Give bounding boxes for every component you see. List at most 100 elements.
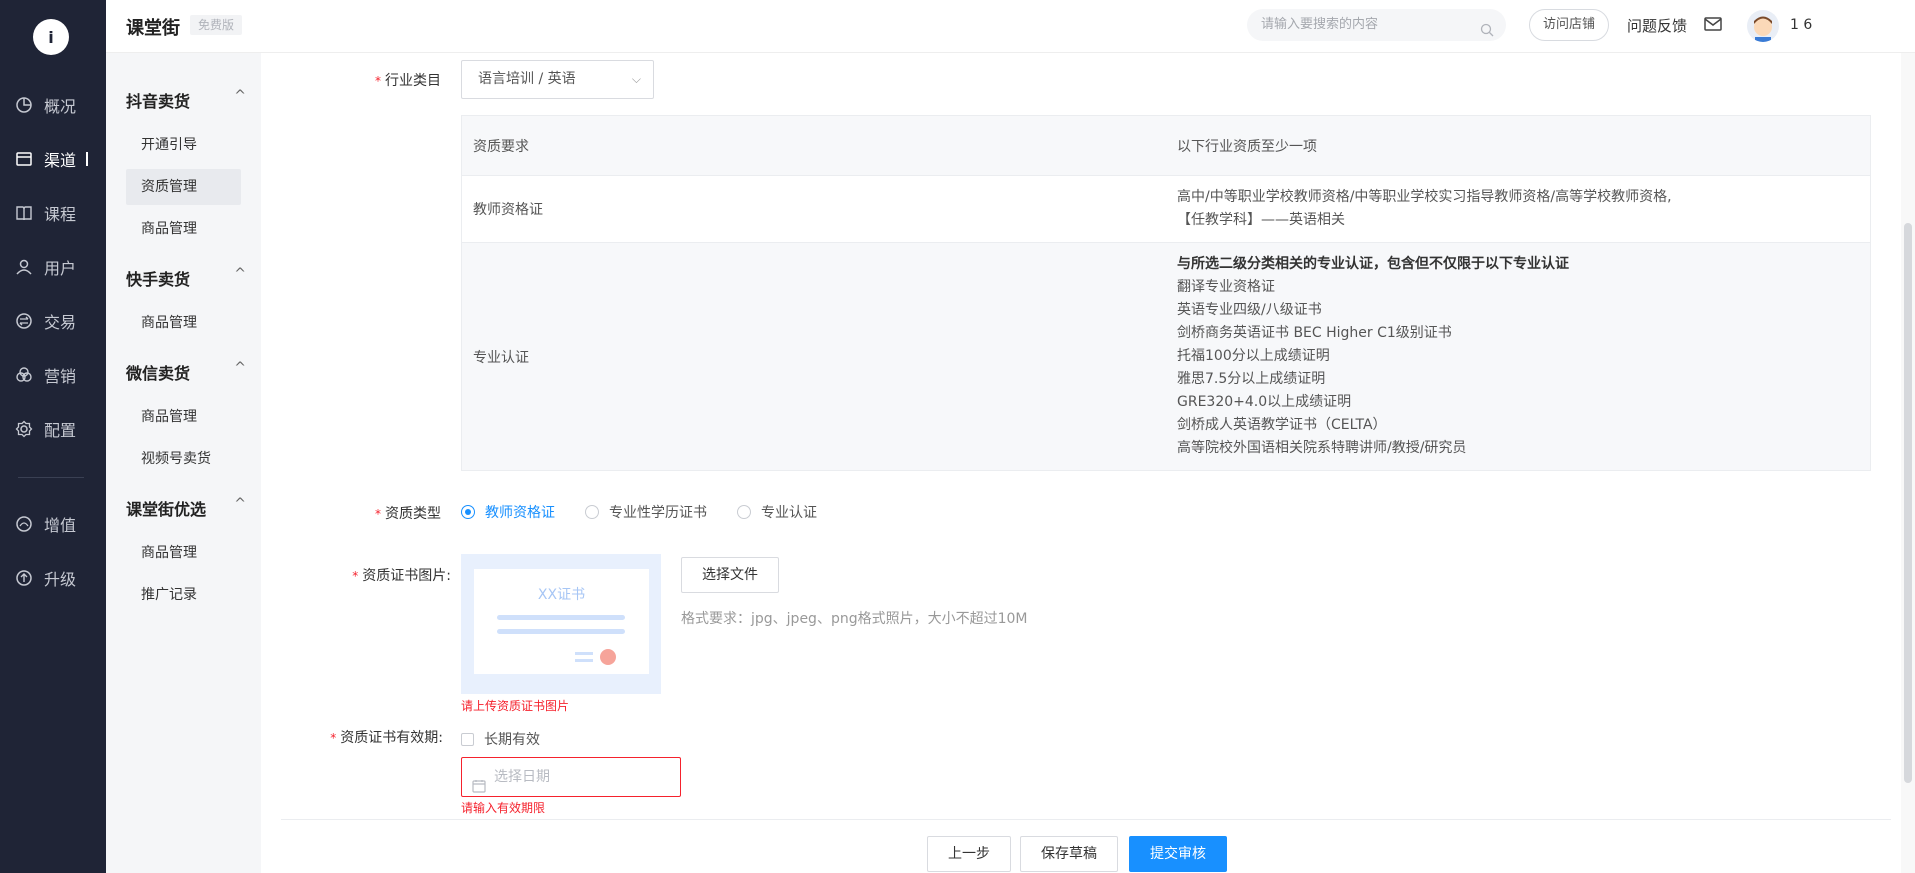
- submenu-item-qualification[interactable]: 资质管理: [126, 169, 241, 205]
- nav-item-course[interactable]: 课程: [0, 195, 106, 231]
- search-icon[interactable]: [1480, 18, 1494, 50]
- label-text: 资质证书有效期:: [340, 730, 443, 746]
- chevron-down-icon: ⌵: [631, 72, 641, 86]
- prev-step-button[interactable]: 上一步: [927, 836, 1011, 872]
- table-header: 资质要求 以下行业资质至少一项: [462, 116, 1870, 176]
- cert-sample-title: XX证书: [537, 587, 586, 603]
- qualification-table: 资质要求 以下行业资质至少一项 教师资格证 高中/中等职业学校教师资格/中等职业…: [461, 115, 1871, 471]
- marketing-icon: [14, 365, 34, 385]
- value-added-icon: [14, 514, 34, 534]
- brand-name: 课堂街: [126, 18, 180, 39]
- radio-label: 教师资格证: [485, 505, 555, 521]
- chevron-up-icon: ^: [234, 266, 246, 282]
- label-text: 资质类型: [385, 506, 441, 522]
- nav-item-user[interactable]: 用户: [0, 249, 106, 285]
- logo-text: i: [48, 27, 54, 47]
- nav-item-config[interactable]: 配置: [0, 411, 106, 447]
- radio-professional-certification[interactable]: 专业认证: [737, 502, 817, 522]
- long-term-checkbox[interactable]: 长期有效: [461, 729, 540, 749]
- book-icon: [14, 203, 34, 223]
- group-title: 快手卖货: [126, 270, 191, 289]
- user-name[interactable]: 1 6: [1790, 17, 1890, 33]
- submenu-item-open-guide[interactable]: 开通引导: [126, 127, 241, 163]
- submenu-group-douyin[interactable]: 抖音卖货 ^: [126, 88, 246, 112]
- user-icon: [14, 257, 34, 277]
- nav-item-trade[interactable]: 交易: [0, 303, 106, 339]
- gear-icon: [14, 419, 34, 439]
- row-details: 高中/中等职业学校教师资格/中等职业学校实习指导教师资格/高等学校教师资格, 【…: [1166, 176, 1870, 242]
- submenu-item-products[interactable]: 商品管理: [126, 399, 241, 435]
- required-mark: *: [375, 74, 381, 88]
- chevron-up-icon: ^: [234, 496, 246, 512]
- nav-label: 课程: [44, 205, 77, 224]
- submenu-item-promotion-records[interactable]: 推广记录: [126, 577, 241, 613]
- detail-line: 剑桥成人英语教学证书（CELTA）: [1177, 417, 1387, 433]
- nav-label: 配置: [44, 421, 77, 440]
- choose-file-button[interactable]: 选择文件: [681, 557, 779, 593]
- detail-line: 【任教学科】——英语相关: [1177, 212, 1345, 228]
- table-row: 教师资格证 高中/中等职业学校教师资格/中等职业学校实习指导教师资格/高等学校教…: [462, 176, 1870, 243]
- row-name: 专业认证: [473, 349, 529, 366]
- industry-label: * 行业类目: [331, 70, 441, 90]
- nav-divider: [18, 477, 84, 478]
- feedback-link[interactable]: 问题反馈: [1627, 15, 1687, 36]
- qualification-type-label: * 资质类型: [331, 503, 441, 523]
- detail-line: 与所选二级分类相关的专业认证，包含但不仅限于以下专业认证: [1177, 256, 1569, 272]
- nav-item-value-added[interactable]: 增值: [0, 506, 106, 542]
- plan-badge: 免费版: [190, 15, 243, 35]
- validity-error: 请输入有效期限: [461, 801, 546, 815]
- detail-line: 英语专业四级/八级证书: [1177, 302, 1322, 318]
- detail-line: 翻译专业资格证: [1177, 279, 1275, 295]
- cert-image-preview[interactable]: XX证书: [461, 554, 661, 694]
- detail-line: 高等院校外国语相关院系特聘讲师/教授/研究员: [1177, 440, 1467, 456]
- table-row: 专业认证 与所选二级分类相关的专业认证，包含但不仅限于以下专业认证 翻译专业资格…: [462, 243, 1870, 470]
- radio-dot: [461, 505, 475, 519]
- label-text: 资质证书图片:: [362, 568, 451, 584]
- submit-review-button[interactable]: 提交审核: [1129, 836, 1227, 872]
- radio-academic-certificate[interactable]: 专业性学历证书: [585, 502, 707, 522]
- nav-item-channel[interactable]: 渠道: [0, 141, 106, 177]
- cert-image-error: 请上传资质证书图片: [461, 699, 570, 713]
- submenu-item-products[interactable]: 商品管理: [126, 211, 241, 247]
- submenu-group-kuaishou[interactable]: 快手卖货 ^: [126, 266, 246, 290]
- save-draft-button[interactable]: 保存草稿: [1020, 836, 1118, 872]
- submenu-group-wechat[interactable]: 微信卖货 ^: [126, 360, 246, 384]
- chart-pie-icon: [14, 95, 34, 115]
- top-bar: 课堂街 免费版 请输入要搜索的内容 访问店铺 问题反馈 1 6: [106, 0, 1915, 53]
- submenu-group-ketangjie-select[interactable]: 课堂街优选 ^: [126, 496, 246, 520]
- qualification-type-radio-group: 教师资格证 专业性学历证书 专业认证: [461, 502, 847, 522]
- chevron-up-icon: ^: [234, 88, 246, 104]
- cert-sample-line: [575, 652, 593, 655]
- label-text: 行业类目: [385, 73, 441, 89]
- submenu-item-products[interactable]: 商品管理: [126, 535, 241, 571]
- nav-label: 营销: [44, 367, 77, 386]
- avatar[interactable]: [1747, 10, 1779, 42]
- group-title: 课堂街优选: [126, 500, 207, 519]
- submenu-item-video-channel[interactable]: 视频号卖货: [126, 441, 241, 477]
- footer-divider: [281, 819, 1891, 820]
- validity-date-input[interactable]: 选择日期: [461, 757, 681, 797]
- cert-seal-icon: [600, 649, 616, 665]
- detail-line: 高中/中等职业学校教师资格/中等职业学校实习指导教师资格/高等学校教师资格,: [1177, 189, 1672, 205]
- required-mark: *: [352, 569, 359, 583]
- nav-label: 增值: [44, 516, 77, 535]
- cert-sample-card: XX证书: [474, 569, 649, 674]
- date-placeholder: 选择日期: [494, 769, 550, 785]
- industry-select[interactable]: 语言培训 / 英语 ⌵: [461, 60, 654, 99]
- visit-store-button[interactable]: 访问店铺: [1529, 9, 1609, 41]
- scrollbar[interactable]: [1901, 53, 1915, 873]
- nav-label: 渠道: [44, 151, 77, 170]
- nav-item-upgrade[interactable]: 升级: [0, 560, 106, 596]
- search-input[interactable]: 请输入要搜索的内容: [1247, 9, 1506, 41]
- radio-dot: [585, 505, 599, 519]
- scrollbar-thumb[interactable]: [1904, 223, 1912, 783]
- radio-label: 专业认证: [761, 505, 817, 521]
- main-content: * 行业类目 语言培训 / 英语 ⌵ 资质要求 以下行业资质至少一项 教师资格证 高…: [261, 53, 1915, 873]
- nav-item-overview[interactable]: 概况: [0, 87, 106, 123]
- app-logo[interactable]: i: [33, 19, 69, 55]
- nav-item-marketing[interactable]: 营销: [0, 357, 106, 393]
- submenu-item-products[interactable]: 商品管理: [126, 305, 241, 341]
- radio-teacher-certificate[interactable]: 教师资格证: [461, 502, 555, 522]
- nav-label: 概况: [44, 97, 77, 116]
- mail-icon[interactable]: [1704, 16, 1722, 36]
